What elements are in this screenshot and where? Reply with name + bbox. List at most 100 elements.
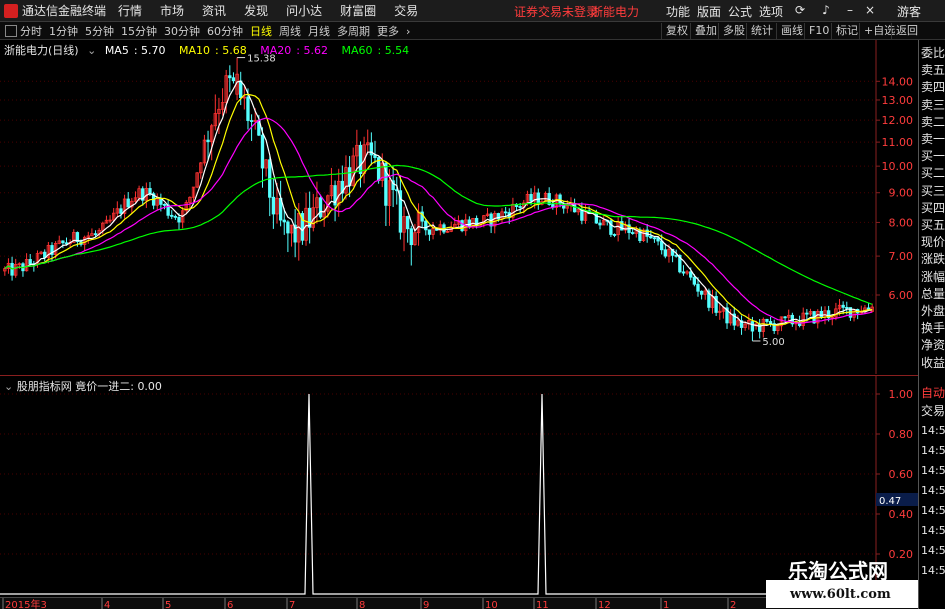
menu-fortune-circle[interactable]: 财富圈 [340,2,376,19]
tool-mark[interactable]: 标记 [831,23,862,39]
candle-body [409,228,413,246]
current-stock-name: 浙能电力 [591,5,640,19]
chevron-right-icon[interactable]: › [406,25,410,38]
collapse-icon[interactable]: ⌄ [4,380,13,393]
close-icon[interactable]: × [862,2,878,18]
candle-body [580,209,584,221]
date-tick-label: 8 [359,600,365,609]
ma10-value: 5.68 [222,44,247,57]
date-tick-label: 2015年3 [5,598,47,609]
refresh-icon[interactable]: ⟳ [792,2,808,18]
candle-body [529,193,533,202]
indicator-tick-label: 0.40 [889,508,914,521]
indicator-chart[interactable]: 1.00 0.80 0.60 0.40 0.20 0.47 [0,376,918,598]
menu-trade[interactable]: 交易 [394,2,418,19]
quote-label: 涨跌 [921,252,945,267]
menu-options[interactable]: 选项 [759,3,783,20]
candle-body [206,139,210,143]
period-daily[interactable]: 日线 [250,23,272,39]
candle-body [28,259,32,265]
menu-quotes[interactable]: 行情 [118,2,142,19]
ma20-line [4,117,873,324]
tool-adjust-price[interactable]: 复权 [661,23,692,39]
candle-body [358,144,363,175]
period-monthly[interactable]: 月线 [308,23,330,39]
menu-discover[interactable]: 发现 [244,2,268,19]
candlestick-panel[interactable]: 浙能电力(日线) ⌄ MA5: 5.70 MA10: 5.68 MA20: 5.… [0,40,918,374]
low-marker-label: 5.00 [762,337,784,348]
menu-ask[interactable]: 问小达 [286,2,322,19]
candle-body [503,211,508,214]
price-tick-label: 12.00 [882,114,914,127]
panel-toggle-icon[interactable] [5,25,17,37]
watermark-title: 乐淘公式网 [788,559,888,583]
candle-body [424,220,428,231]
candle-body [630,232,635,234]
date-tick-label: 7 [289,600,295,609]
app-title: 通达信金融终端 [22,4,107,18]
candle-body [598,222,602,226]
candle-body [271,196,276,215]
tool-draw-line[interactable]: 画线 [776,23,807,39]
bell-icon[interactable]: ♪ [818,2,834,18]
candle-body [696,283,700,292]
tool-overlay[interactable]: 叠加 [690,23,721,39]
candle-body [177,216,181,223]
period-5min[interactable]: 5分钟 [85,23,114,39]
tool-multi-stock[interactable]: 多股 [718,23,749,39]
ma10-label: MA10: 5.68 [179,44,247,57]
candle-body [594,212,599,224]
candle-body [239,80,243,98]
candle-body [805,312,809,315]
tool-statistics[interactable]: 统计 [746,23,777,39]
period-1min[interactable]: 1分钟 [49,23,78,39]
price-tick-label: 10.00 [882,160,914,173]
auto-trade-label: 自动 [921,386,945,400]
ma20-name: MA20 [260,44,292,57]
trade-time: 14:56 [921,444,945,457]
candle-body [282,219,286,223]
quote-label: 买二 [921,166,945,181]
minimize-icon[interactable]: – [842,2,858,18]
candle-body [758,323,762,332]
collapse-icon[interactable]: ⌄ [87,44,96,57]
quote-label: 买三 [921,183,945,198]
quote-label: 净资 [921,338,945,353]
indicator-panel[interactable]: ⌄ 股朋指标网 竟价一进二: 0.00 1.00 0.80 0.60 0.40 0.20… [0,375,918,599]
tool-back[interactable]: 返回 [891,23,922,39]
menu-function[interactable]: 功能 [666,3,690,20]
quote-label: 卖三 [921,97,945,112]
auto-trade-label: 交易 [921,404,945,418]
menu-layout[interactable]: 版面 [697,3,721,20]
indicator-tick-label: 0.80 [889,428,914,441]
candlestick-chart[interactable]: 14.00 13.00 12.00 11.00 10.00 9.00 8.00 7.00 6.0… [0,40,918,374]
period-30min[interactable]: 30分钟 [164,23,200,39]
date-tick-label: 1 [663,600,669,609]
trade-time: 14:56 [921,544,945,557]
menu-market[interactable]: 市场 [160,2,184,19]
period-weekly[interactable]: 周线 [279,23,301,39]
period-15min[interactable]: 15分钟 [121,23,157,39]
period-60min[interactable]: 60分钟 [207,23,243,39]
trade-login-status[interactable]: 证券交易未登录 [514,3,598,20]
candle-body [286,221,290,234]
indicator-formula-name: 竟价一进二: [75,380,134,393]
candle-body [518,206,522,208]
period-multi[interactable]: 多周期 [337,23,370,39]
date-tick-label: 9 [423,600,429,609]
date-tick-label: 10 [485,600,498,609]
tool-f10[interactable]: F10 [804,23,833,39]
ma60-label: MA60: 5.54 [341,44,410,57]
ma5-label: MA5: 5.70 [104,44,166,57]
candle-body [93,233,98,236]
menu-formula[interactable]: 公式 [728,3,752,20]
menu-news[interactable]: 资讯 [202,2,226,19]
period-intraday[interactable]: 分时 [20,23,42,39]
candle-body [689,271,693,278]
period-more[interactable]: 更多 [377,23,399,39]
quote-label: 委比 [921,46,945,60]
candle-body [119,208,123,214]
candle-body [699,290,704,295]
ma10-name: MA10 [179,44,211,57]
guest-user[interactable]: 游客 [897,3,921,20]
